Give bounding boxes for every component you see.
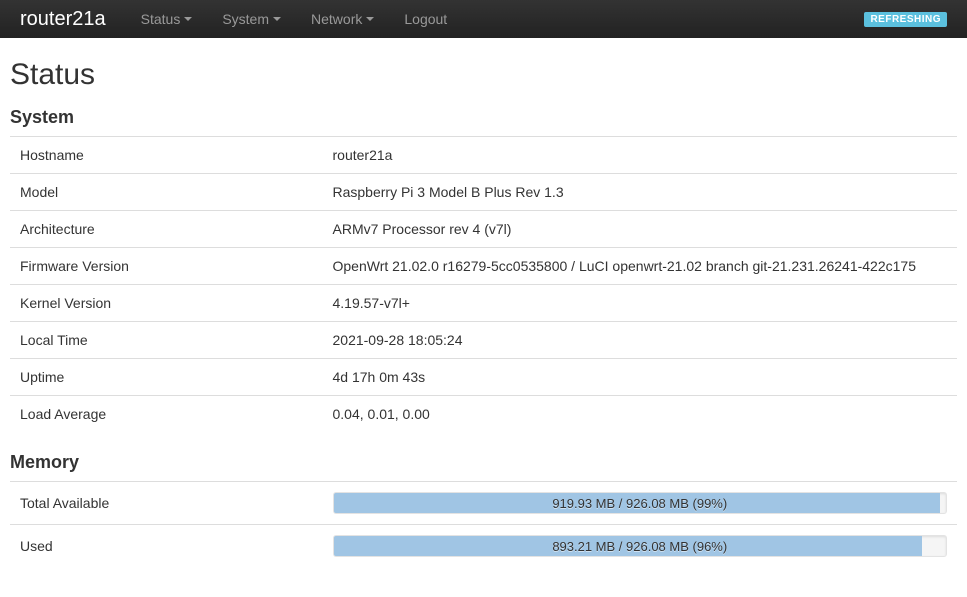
system-heading: System <box>10 107 957 128</box>
table-row: Model Raspberry Pi 3 Model B Plus Rev 1.… <box>10 174 957 211</box>
row-label: Hostname <box>10 137 323 174</box>
nav-system-label: System <box>222 11 269 27</box>
table-row: Firmware Version OpenWrt 21.02.0 r16279-… <box>10 248 957 285</box>
row-label: Total Available <box>10 482 323 525</box>
row-value: 919.93 MB / 926.08 MB (99%) <box>323 482 958 525</box>
nav-status-label: Status <box>141 11 181 27</box>
row-value: 893.21 MB / 926.08 MB (96%) <box>323 525 958 568</box>
chevron-down-icon <box>184 17 192 21</box>
row-label: Model <box>10 174 323 211</box>
row-label: Load Average <box>10 396 323 433</box>
nav-logout-label: Logout <box>404 11 447 27</box>
row-label: Architecture <box>10 211 323 248</box>
table-row: Architecture ARMv7 Processor rev 4 (v7l) <box>10 211 957 248</box>
row-label: Used <box>10 525 323 568</box>
table-row: Local Time 2021-09-28 18:05:24 <box>10 322 957 359</box>
row-label: Local Time <box>10 322 323 359</box>
row-value: OpenWrt 21.02.0 r16279-5cc0535800 / LuCI… <box>323 248 958 285</box>
progress-text: 893.21 MB / 926.08 MB (96%) <box>334 536 947 557</box>
row-value: router21a <box>323 137 958 174</box>
row-value: 0.04, 0.01, 0.00 <box>323 396 958 433</box>
chevron-down-icon <box>366 17 374 21</box>
nav-network[interactable]: Network <box>296 1 389 37</box>
nav-status[interactable]: Status <box>126 1 208 37</box>
row-label: Uptime <box>10 359 323 396</box>
nav-logout[interactable]: Logout <box>389 1 462 37</box>
content: Status System Hostname router21a Model R… <box>0 38 967 597</box>
row-value: ARMv7 Processor rev 4 (v7l) <box>323 211 958 248</box>
brand[interactable]: router21a <box>20 0 106 39</box>
memory-heading: Memory <box>10 452 957 473</box>
table-row: Uptime 4d 17h 0m 43s <box>10 359 957 396</box>
nav-network-label: Network <box>311 11 362 27</box>
nav-system[interactable]: System <box>207 1 296 37</box>
table-row: Kernel Version 4.19.57-v7l+ <box>10 285 957 322</box>
chevron-down-icon <box>273 17 281 21</box>
row-value: Raspberry Pi 3 Model B Plus Rev 1.3 <box>323 174 958 211</box>
navbar-left: router21a Status System Network Logout <box>20 0 462 39</box>
progress-used: 893.21 MB / 926.08 MB (96%) <box>333 535 948 557</box>
table-row: Hostname router21a <box>10 137 957 174</box>
progress-total-available: 919.93 MB / 926.08 MB (99%) <box>333 492 948 514</box>
table-row: Used 893.21 MB / 926.08 MB (96%) <box>10 525 957 568</box>
row-value: 4d 17h 0m 43s <box>323 359 958 396</box>
progress-text: 919.93 MB / 926.08 MB (99%) <box>334 493 947 514</box>
table-row: Total Available 919.93 MB / 926.08 MB (9… <box>10 482 957 525</box>
system-table: Hostname router21a Model Raspberry Pi 3 … <box>10 136 957 432</box>
page-title: Status <box>10 58 957 92</box>
navbar: router21a Status System Network Logout R… <box>0 0 967 38</box>
row-label: Kernel Version <box>10 285 323 322</box>
table-row: Load Average 0.04, 0.01, 0.00 <box>10 396 957 433</box>
row-label: Firmware Version <box>10 248 323 285</box>
refreshing-badge: REFRESHING <box>864 12 947 27</box>
memory-table: Total Available 919.93 MB / 926.08 MB (9… <box>10 481 957 567</box>
row-value: 2021-09-28 18:05:24 <box>323 322 958 359</box>
row-value: 4.19.57-v7l+ <box>323 285 958 322</box>
